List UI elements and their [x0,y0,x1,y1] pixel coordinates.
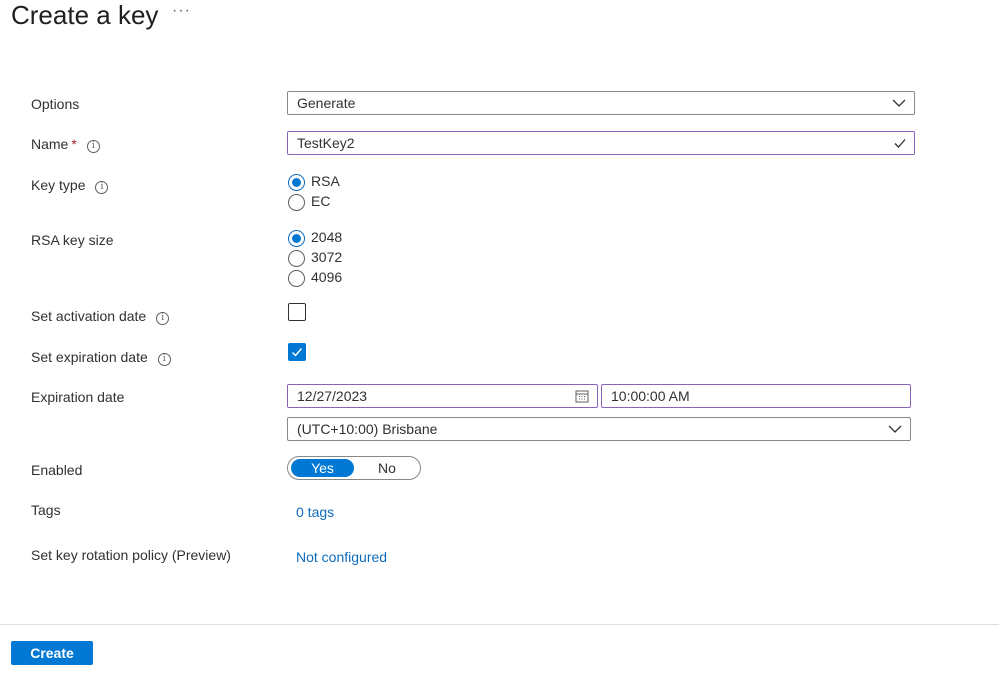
checkmark-icon [894,139,906,148]
footer-divider [0,624,999,625]
activation-date-label: Set activation date i [31,307,170,325]
name-value: TestKey2 [297,135,355,151]
expiration-date-input[interactable]: 12/27/2023 [287,384,598,408]
expiration-time-input[interactable]: 10:00:00 AM [601,384,911,408]
more-options-icon[interactable]: ··· [172,2,191,20]
radio-unselected-icon [288,249,305,267]
tags-label: Tags [31,502,61,518]
radio-rsa-3072[interactable]: 3072 [288,247,342,267]
options-value: Generate [297,95,356,111]
info-icon[interactable]: i [95,181,109,194]
info-icon[interactable]: i [86,140,100,153]
info-icon[interactable]: i [157,353,171,366]
radio-unselected-icon [288,269,305,287]
tags-link[interactable]: 0 tags [296,504,334,520]
name-input[interactable]: TestKey2 [287,131,915,155]
rsa-key-size-label: RSA key size [31,232,114,248]
radio-rsa-2048[interactable]: 2048 [288,227,342,247]
radio-key-type-ec[interactable]: EC [288,191,330,211]
enabled-label: Enabled [31,462,83,478]
name-label: Name * i [31,135,100,153]
radio-unselected-icon [288,193,305,211]
activation-date-checkbox[interactable] [288,303,306,321]
expiration-time-value: 10:00:00 AM [611,388,690,404]
timezone-value: (UTC+10:00) Brisbane [297,421,438,437]
expiration-date-field-label: Expiration date [31,389,125,405]
calendar-icon[interactable] [575,389,589,403]
radio-rsa-4096[interactable]: 4096 [288,267,342,287]
expiration-date-value: 12/27/2023 [297,388,368,404]
options-dropdown[interactable]: Generate [287,91,915,115]
timezone-dropdown[interactable]: (UTC+10:00) Brisbane [287,417,911,441]
chevron-down-icon [888,425,902,433]
expiration-date-label: Set expiration date i [31,348,171,366]
radio-key-type-rsa[interactable]: RSA [288,171,340,191]
enabled-no-option[interactable]: No [358,459,416,477]
enabled-yes-option[interactable]: Yes [291,459,354,477]
radio-selected-icon [288,229,305,247]
key-type-label: Key type i [31,176,109,194]
options-label: Options [31,96,80,112]
required-asterisk: * [71,136,77,152]
info-icon[interactable]: i [156,312,170,325]
enabled-toggle[interactable]: Yes No [287,456,421,480]
checkmark-icon [292,348,303,357]
rotation-policy-link[interactable]: Not configured [296,549,387,565]
radio-selected-icon [288,173,305,191]
chevron-down-icon [892,99,906,107]
create-button[interactable]: Create [11,641,93,665]
page-title: Create a key [11,0,159,30]
rotation-policy-label: Set key rotation policy (Preview) [31,547,231,563]
expiration-date-checkbox[interactable] [288,343,306,361]
